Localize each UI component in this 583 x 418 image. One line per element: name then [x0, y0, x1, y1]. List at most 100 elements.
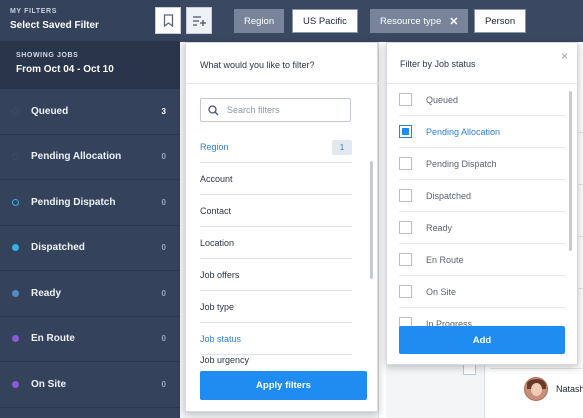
- status-option-label: Pending Dispatch: [426, 158, 497, 169]
- filter-option-label: Contact: [200, 205, 232, 216]
- status-option-label: Pending Allocation: [426, 126, 501, 137]
- chip-resource-type-key[interactable]: Resource type ✕: [370, 9, 469, 33]
- status-checkbox-option[interactable]: On Site: [399, 276, 565, 308]
- status-dot-icon: [12, 335, 19, 343]
- status-label: Queued: [31, 105, 69, 117]
- chip-region-key[interactable]: Region: [234, 9, 285, 33]
- checkbox-icon[interactable]: [399, 221, 412, 234]
- sidebar-status-row[interactable]: En Route 0: [0, 317, 180, 362]
- scrollbar[interactable]: [569, 91, 572, 251]
- status-dot-icon: [12, 244, 19, 252]
- filter-option-label: Job type: [200, 301, 235, 312]
- filter-option[interactable]: Job offers: [200, 259, 352, 291]
- sidebar-status-row[interactable]: Ready 0: [0, 271, 180, 317]
- status-dot-icon: [12, 107, 19, 115]
- status-filter-title: Filter by Job status: [400, 59, 476, 69]
- status-label: Ready: [31, 287, 62, 299]
- status-option-label: Dispatched: [426, 190, 472, 201]
- count-badge: 1: [332, 140, 352, 155]
- filter-add-icon: [193, 15, 206, 26]
- search-filters-input[interactable]: Search filters: [200, 98, 351, 122]
- status-option-label: On Site: [426, 286, 457, 297]
- status-dot-icon: [12, 153, 19, 161]
- chip-region-value[interactable]: US Pacific: [292, 9, 358, 33]
- status-label: En Route: [31, 333, 75, 345]
- status-count: 0: [161, 334, 166, 344]
- status-option-label: En Route: [426, 254, 464, 265]
- filter-option-label: Job offers: [200, 269, 240, 280]
- sidebar-status-row[interactable]: Pending Allocation 0: [0, 135, 180, 180]
- filter-option[interactable]: Account: [200, 163, 352, 195]
- my-filters-label: MY FILTERS: [10, 8, 57, 15]
- status-checkbox-option[interactable]: Queued: [399, 84, 565, 116]
- job-status-filter-panel: Filter by Job status × Queued Pending All…: [386, 42, 578, 365]
- add-filter-button[interactable]: [186, 7, 212, 34]
- filter-option-label: Account: [200, 173, 233, 184]
- status-dot-icon: [12, 380, 19, 388]
- sidebar-status-row[interactable]: Dispatched 0: [0, 226, 180, 271]
- date-range: From Oct 04 - Oct 10: [16, 64, 114, 75]
- status-checkbox-option[interactable]: Ready: [399, 212, 565, 244]
- filter-option[interactable]: Job urgency: [200, 355, 352, 365]
- divider: [186, 83, 379, 84]
- bookmark-button[interactable]: [155, 7, 181, 34]
- sidebar-status-row[interactable]: Queued 3: [0, 89, 180, 135]
- filter-option-label: Region: [200, 141, 229, 152]
- filter-option[interactable]: Job status: [200, 323, 352, 355]
- status-count: 0: [161, 197, 166, 207]
- status-count: 3: [161, 106, 166, 116]
- sidebar: MY FILTERS Select Saved Filter SHOWING J…: [0, 0, 180, 418]
- assignee-name: Natasha: [556, 384, 583, 394]
- filter-option[interactable]: Job type: [200, 291, 352, 323]
- filter-option-label: Location: [200, 237, 235, 248]
- scrollbar[interactable]: [370, 161, 373, 279]
- showing-jobs-label: SHOWING JOBS: [16, 52, 79, 59]
- close-icon[interactable]: ×: [561, 49, 568, 63]
- filter-option[interactable]: Location: [200, 227, 352, 259]
- checkbox-icon[interactable]: [399, 285, 412, 298]
- status-checkbox-option[interactable]: Dispatched: [399, 180, 565, 212]
- apply-filters-button[interactable]: Apply filters: [200, 371, 367, 400]
- status-option-label: Queued: [426, 94, 459, 105]
- checkbox-icon[interactable]: [399, 157, 412, 170]
- status-count: 0: [161, 243, 166, 253]
- status-checkbox-option[interactable]: Pending Dispatch: [399, 148, 565, 180]
- sidebar-status-row[interactable]: On Site 0: [0, 362, 180, 408]
- checkbox-checked-icon[interactable]: [399, 125, 412, 138]
- chip-resource-type-value-label: Person: [485, 15, 516, 27]
- filter-option[interactable]: Region 1: [200, 131, 352, 163]
- filter-bar: Region US Pacific Resource type ✕ Person: [155, 0, 583, 42]
- filter-option[interactable]: Contact: [200, 195, 352, 227]
- filter-menu: What would you like to filter? Search fi…: [185, 42, 379, 412]
- status-option-label: Ready: [426, 222, 453, 233]
- chip-region-value-label: US Pacific: [303, 15, 347, 27]
- status-checkbox-option[interactable]: Pending Allocation: [399, 116, 565, 148]
- table-divider: [490, 368, 583, 369]
- bookmark-icon: [163, 14, 173, 27]
- status-checkbox-option[interactable]: En Route: [399, 244, 565, 276]
- table-column: [378, 42, 386, 418]
- status-count: 0: [161, 379, 166, 389]
- filter-menu-title: What would you like to filter?: [200, 60, 315, 70]
- status-dot-icon: [12, 198, 19, 206]
- status-label: Pending Dispatch: [31, 196, 116, 208]
- status-label: On Site: [31, 378, 67, 390]
- status-label: Dispatched: [31, 242, 85, 254]
- status-label: Pending Allocation: [31, 151, 122, 163]
- user-avatar: [524, 377, 548, 401]
- sidebar-status-row[interactable]: Pending Dispatch 0: [0, 180, 180, 226]
- checkbox-icon[interactable]: [399, 93, 412, 106]
- status-count: 0: [161, 152, 166, 162]
- chip-region-key-label: Region: [244, 15, 275, 27]
- status-count: 0: [161, 288, 166, 298]
- close-icon[interactable]: ✕: [449, 15, 458, 28]
- search-icon: [208, 104, 219, 115]
- saved-filter-select[interactable]: MY FILTERS Select Saved Filter: [0, 0, 180, 42]
- saved-filter-value: Select Saved Filter: [10, 20, 99, 31]
- filter-option-label: Job urgency: [200, 355, 250, 365]
- chip-resource-type-value[interactable]: Person: [474, 9, 527, 33]
- checkbox-icon[interactable]: [399, 253, 412, 266]
- filter-option-label: Job status: [200, 333, 242, 344]
- checkbox-icon[interactable]: [399, 189, 412, 202]
- add-button[interactable]: Add: [399, 326, 565, 354]
